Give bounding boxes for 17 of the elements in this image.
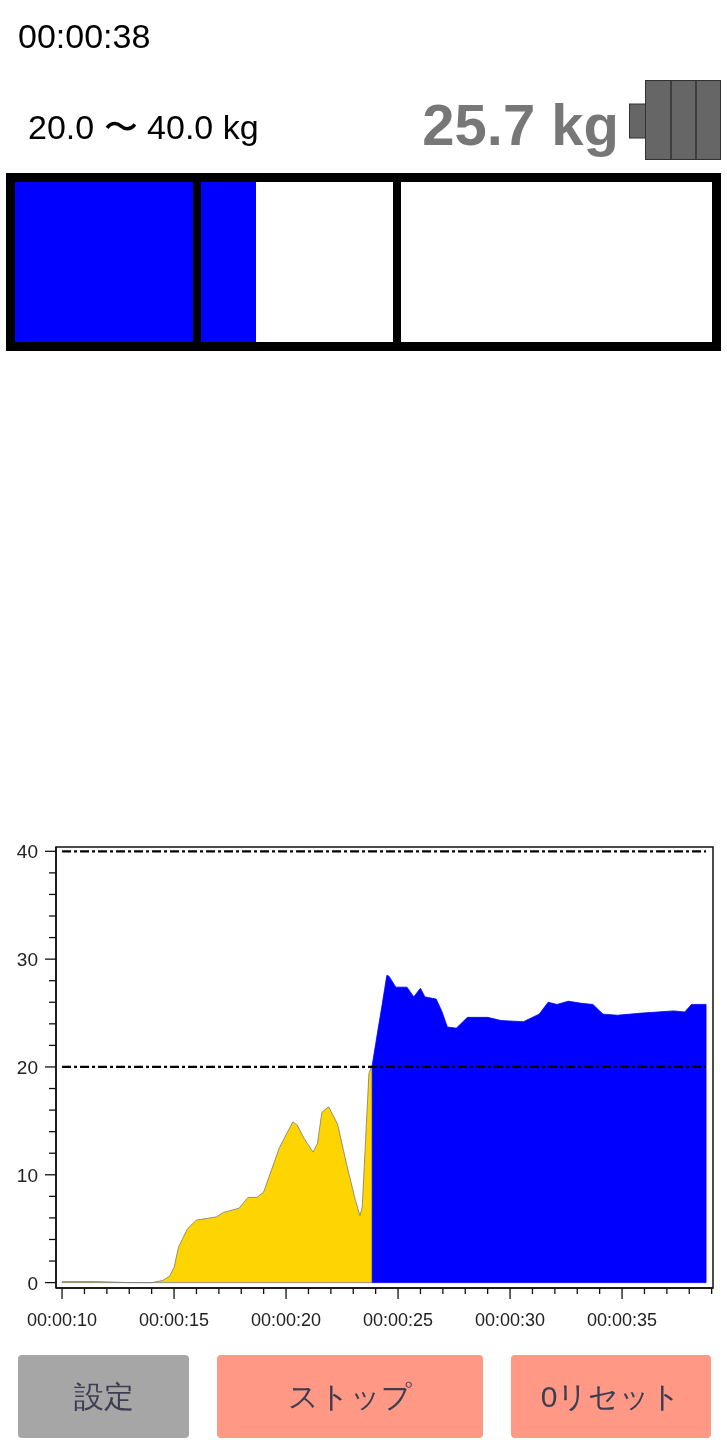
action-button[interactable]: 0リセット bbox=[511, 1355, 711, 1438]
target-range-text: 20.0 〜 40.0 kg bbox=[28, 110, 259, 144]
battery-icon bbox=[629, 80, 721, 160]
y-tick-label: 40 bbox=[16, 841, 38, 863]
x-tick-label: 00:00:15 bbox=[139, 1310, 210, 1330]
elapsed-time: 00:00:38 bbox=[18, 19, 151, 53]
x-tick-label: 00:00:30 bbox=[475, 1310, 546, 1330]
x-tick-label: 00:00:35 bbox=[587, 1310, 658, 1330]
x-tick-label: 00:00:25 bbox=[363, 1310, 434, 1330]
y-tick-label: 30 bbox=[16, 949, 38, 971]
y-tick-label: 10 bbox=[16, 1164, 38, 1186]
action-button[interactable]: 設定 bbox=[18, 1355, 189, 1438]
x-tick-label: 00:00:20 bbox=[251, 1310, 322, 1330]
x-tick-label: 00:00:10 bbox=[27, 1310, 98, 1330]
y-tick-label: 20 bbox=[16, 1056, 38, 1078]
action-button[interactable]: ストップ bbox=[217, 1355, 483, 1438]
y-tick-label: 0 bbox=[27, 1272, 38, 1294]
